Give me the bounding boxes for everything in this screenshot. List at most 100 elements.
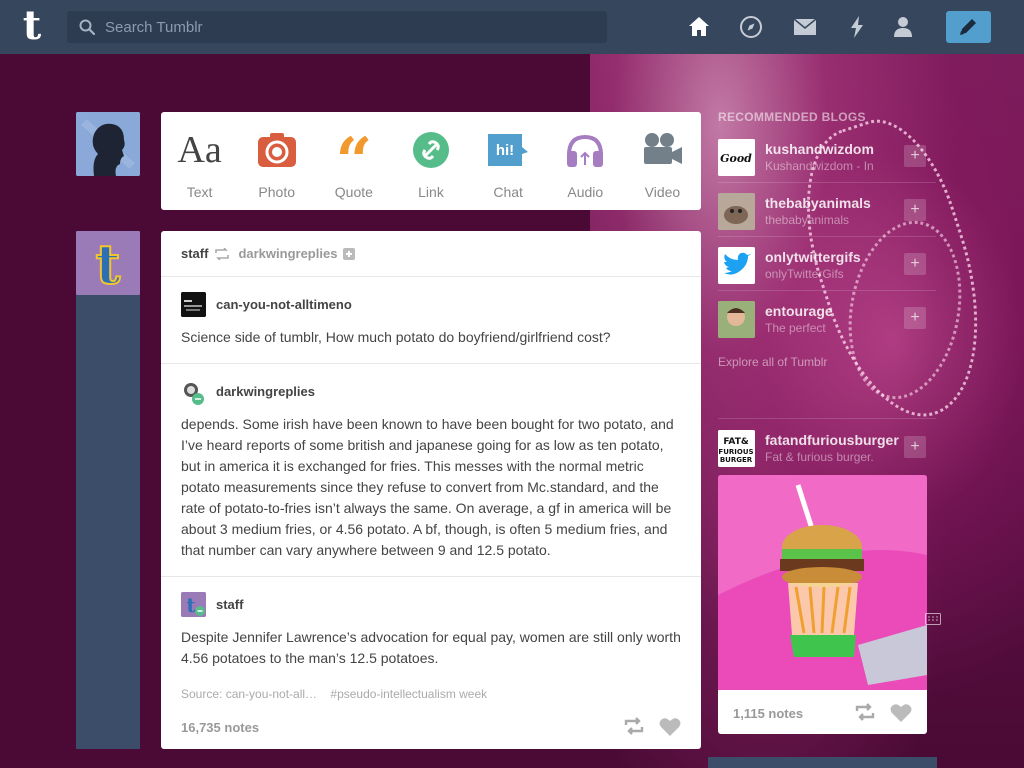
like-heart-icon[interactable] (890, 703, 912, 723)
recommended-blog-3[interactable]: onlytwittergifs onlyTwitterGifs + (718, 247, 928, 293)
svg-text:Good: Good (720, 152, 752, 165)
reblog-name-1[interactable]: can-you-not-alltimeno (216, 297, 352, 312)
inbox-mail-icon[interactable] (793, 15, 817, 39)
darkwingreplies-avatar[interactable] (181, 380, 206, 405)
tumblr-logo[interactable]: t (14, 6, 50, 46)
radar-post: 1,115 notes (718, 475, 927, 734)
divider (718, 418, 936, 419)
follow-plus-icon[interactable]: + (904, 253, 926, 275)
notes-count[interactable]: 16,735 notes (181, 720, 259, 735)
svg-text:FAT&: FAT& (723, 437, 749, 447)
rec-blog-name: thebabyanimals (765, 195, 871, 211)
follow-plus-icon[interactable]: + (904, 145, 926, 167)
post-type-photo-label: Photo (258, 184, 295, 200)
divider (161, 576, 701, 577)
divider (718, 182, 936, 183)
svg-text:BURGER: BURGER (720, 456, 753, 464)
svg-text:FURIOUS: FURIOUS (718, 448, 753, 456)
follow-plus-icon[interactable]: + (904, 307, 926, 329)
pencil-icon (960, 19, 976, 35)
divider (161, 276, 701, 277)
kushandwizdom-avatar: Good (718, 139, 755, 176)
post-type-audio-label: Audio (567, 184, 604, 200)
burger-photo[interactable] (718, 475, 927, 690)
search-icon (79, 19, 95, 35)
reblog-name-2[interactable]: darkwingreplies (216, 384, 315, 399)
post-type-text[interactable]: Aa Text (161, 112, 238, 210)
reblog-text-2: depends. Some irish have been known to h… (181, 416, 674, 558)
divider (718, 236, 936, 237)
entourage-avatar (718, 301, 755, 338)
top-navigation-bar: t (0, 0, 1024, 54)
rec-blog-name: onlytwittergifs (765, 249, 861, 265)
post-type-audio[interactable]: Audio (547, 112, 624, 210)
onlytwittergifs-avatar (718, 247, 755, 284)
reblog-icon[interactable] (854, 703, 876, 721)
svg-text:hi!: hi! (496, 142, 514, 159)
reblog-text-3: Despite Jennifer Lawrence’s advocation f… (181, 629, 681, 666)
post-type-quote[interactable]: “ Quote (315, 112, 392, 210)
rec-blog-name: entourage (765, 303, 833, 319)
follow-plus-icon[interactable]: + (904, 199, 926, 221)
divider (718, 290, 936, 291)
svg-text:t: t (96, 232, 121, 295)
follow-plus-icon[interactable] (343, 247, 356, 260)
account-person-icon[interactable] (891, 15, 915, 39)
post-type-bar: Aa Text Photo “ Quote Link hi! Chat Audi… (161, 112, 701, 210)
rec-blog-sub: The perfect (765, 321, 826, 335)
search-input[interactable] (105, 11, 595, 43)
activity-lightning-icon[interactable] (845, 15, 869, 39)
keyboard-shortcuts-icon[interactable] (925, 613, 941, 625)
post-type-quote-label: Quote (334, 184, 373, 200)
radar-blog-name: fatandfuriousburger (765, 432, 899, 448)
radar-notes-count[interactable]: 1,115 notes (733, 706, 803, 721)
divider (161, 363, 701, 364)
explore-compass-icon[interactable] (739, 15, 763, 39)
reblogged-from-link[interactable]: darkwingreplies (238, 246, 337, 261)
post-type-link[interactable]: Link (392, 112, 469, 210)
text-aa-icon: Aa (177, 129, 222, 171)
post-type-link-label: Link (418, 184, 444, 200)
rec-blog-name: kushandwizdom (765, 141, 874, 157)
search-box[interactable] (67, 11, 607, 43)
quote-icon: “ (335, 124, 373, 199)
fatandfuriousburger-avatar: FAT& FURIOUS BURGER (718, 430, 755, 467)
rec-blog-sub: onlyTwitterGifs (765, 267, 844, 281)
reblog-text-1: Science side of tumblr, How much potato … (181, 329, 611, 345)
like-heart-icon[interactable] (659, 717, 681, 737)
post-avatar-column (76, 231, 140, 749)
follow-plus-icon[interactable]: + (904, 436, 926, 458)
recommended-blog-2[interactable]: thebabyanimals thebabyanimals + (718, 193, 928, 239)
reblog-icon[interactable] (623, 717, 645, 735)
post-tag[interactable]: #pseudo-intellectualism week (330, 687, 487, 701)
next-sidebar-panel (708, 757, 937, 768)
radar-blog-sub: Fat & furious burger. (765, 450, 874, 464)
post-type-video-label: Video (644, 184, 681, 200)
post-type-chat-label: Chat (493, 184, 523, 200)
video-camera-icon (640, 130, 684, 170)
staff-small-avatar[interactable]: t (181, 592, 206, 617)
thebabyanimals-avatar (718, 193, 755, 230)
staff-avatar[interactable]: t (76, 231, 140, 295)
my-avatar[interactable] (76, 112, 140, 176)
recommended-blog-4[interactable]: entourage The perfect + (718, 301, 928, 347)
post-author-link[interactable]: staff (181, 246, 208, 261)
post-type-photo[interactable]: Photo (238, 112, 315, 210)
home-icon[interactable] (687, 15, 711, 39)
explore-all-link[interactable]: Explore all of Tumblr (718, 355, 827, 369)
recommended-blogs-title: RECOMMENDED BLOGS (718, 110, 866, 124)
post-type-video[interactable]: Video (624, 112, 701, 210)
rec-blog-sub: thebabyanimals (765, 213, 850, 227)
rec-blog-sub: Kushandwizdom - In (765, 159, 874, 173)
recommended-blog-1[interactable]: Good kushandwizdom Kushandwizdom - In + (718, 139, 928, 185)
radar-actions (854, 703, 912, 723)
reblog-name-3[interactable]: staff (216, 597, 243, 612)
radar-blog[interactable]: FAT& FURIOUS BURGER fatandfuriousburger Fa… (718, 430, 928, 476)
can-you-not-avatar[interactable] (181, 292, 206, 317)
dashboard-post: staff darkwingreplies can-you-not-alltim… (161, 231, 701, 749)
post-type-chat[interactable]: hi! Chat (470, 112, 547, 210)
source-link[interactable]: Source: can-you-not-all… (181, 687, 317, 701)
post-header: staff darkwingreplies (181, 246, 356, 261)
reblog-small-icon (215, 247, 230, 260)
compose-button[interactable] (946, 11, 991, 43)
